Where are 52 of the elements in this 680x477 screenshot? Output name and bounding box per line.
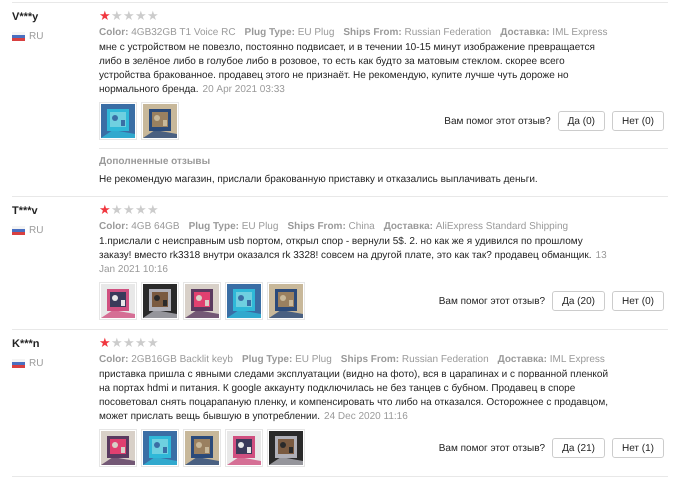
attribute: Plug Type: EU Plug (242, 354, 332, 365)
review-text: 1.прислали с неисправным usb портом, открыл спор - вернули 5$. 2. но как же я удивился по прошлому заказу! вместо rk3318 внутри оказался rk 3328! совсем на другой плате, это как так? продавец обманщик. 13 Jan 2021 10:16 (99, 235, 608, 277)
photo-thumbnail[interactable] (141, 102, 179, 140)
photo-thumbnail[interactable] (183, 429, 221, 467)
helpful-prompt: Вам помог этот отзыв? (444, 116, 551, 126)
helpful-prompt: Вам помог этот отзыв? (438, 296, 546, 306)
star-rating: ★★★★★ (99, 9, 159, 23)
additional-heading: Дополненные отзывы (99, 156, 212, 167)
review-text: Не рекомендую магазин, прислали бракованную приставку и отказались выплачивать деньги. (99, 173, 539, 187)
country-code: RU (29, 225, 44, 236)
attribute: Доставка: IML Express (498, 354, 605, 365)
flag-icon (12, 32, 25, 41)
photo-thumbnail[interactable] (99, 282, 137, 320)
yes-button[interactable]: Да (21) (552, 438, 605, 458)
photo-thumbnail[interactable] (99, 429, 137, 467)
photo-thumbnail[interactable] (141, 282, 179, 320)
photo-thumbnail[interactable] (99, 102, 137, 140)
no-button[interactable]: Нет (1) (612, 438, 664, 458)
country-code: RU (29, 31, 44, 42)
no-button[interactable]: Нет (0) (612, 111, 664, 131)
photo-thumbnail[interactable] (183, 282, 221, 320)
attribute: Доставка: IML Express (500, 27, 608, 38)
flag-icon (12, 359, 25, 368)
attribute: Plug Type: EU Plug (244, 27, 334, 38)
photo-thumbnail[interactable] (141, 429, 179, 467)
attribute: Доставка: AliExpress Standard Shipping (384, 221, 568, 232)
review-date: 24 Dec 2020 11:16 (324, 411, 408, 422)
attribute: Plug Type: EU Plug (188, 221, 278, 232)
star-rating: ★★★★★ (99, 336, 159, 350)
helpful-prompt: Вам помог этот отзыв? (438, 442, 546, 454)
photo-thumbnail[interactable] (267, 282, 305, 320)
author-name: K***n (12, 338, 41, 350)
attribute: Ships From: Russian Federation (340, 354, 489, 365)
attribute: Ships From: Russian Federation (343, 27, 492, 38)
no-button[interactable]: Нет (0) (612, 291, 664, 311)
attribute: Color: 2GB16GB Backlit keyb (99, 354, 233, 365)
flag-icon (12, 226, 25, 235)
author-name: V***y (12, 11, 40, 23)
author-name: T***v (12, 205, 39, 217)
yes-button[interactable]: Да (0) (558, 111, 605, 131)
review-text: приставка пришла с явными следами эксплуатации (видно на фото), вся в царапинах и с порванной пленкой на портах hdmi и питания. К google аккаунту подключилась не без танцев с бубном. Продавец в споре посоветовал снять поцарапаную пленку, и компенсировать что либо на отказался. Осторожнее с продавцом, может прислать вещь бывшую в употреблении. 24 Dec 2020 11:16 (99, 368, 609, 424)
attribute: Color: 4GB 64GB (99, 221, 180, 232)
photo-thumbnail[interactable] (267, 429, 305, 467)
review-text: мне с устройством не повезло, постоянно подвисает, и в течении 10-15 минут изображение превращается либо в зелёное либо в голубое либо в розовое, то есть как будто за матовым стеклом. скорее всего устройства бракованное. продавец этого не признаёт. Не рекомендую, купите лучше чуть дороже но нормального бренда. 20 Apr 2021 03:33 (99, 41, 596, 97)
attribute: Ships From: China (287, 221, 375, 232)
photo-thumbnail[interactable] (225, 282, 263, 320)
review-date: 20 Apr 2021 03:33 (202, 84, 285, 95)
yes-button[interactable]: Да (20) (552, 291, 605, 311)
photo-thumbnail[interactable] (225, 429, 263, 467)
country-code: RU (29, 358, 44, 369)
attribute: Color: 4GB32GB T1 Voice RC (99, 27, 236, 38)
star-rating: ★★★★★ (99, 203, 159, 217)
